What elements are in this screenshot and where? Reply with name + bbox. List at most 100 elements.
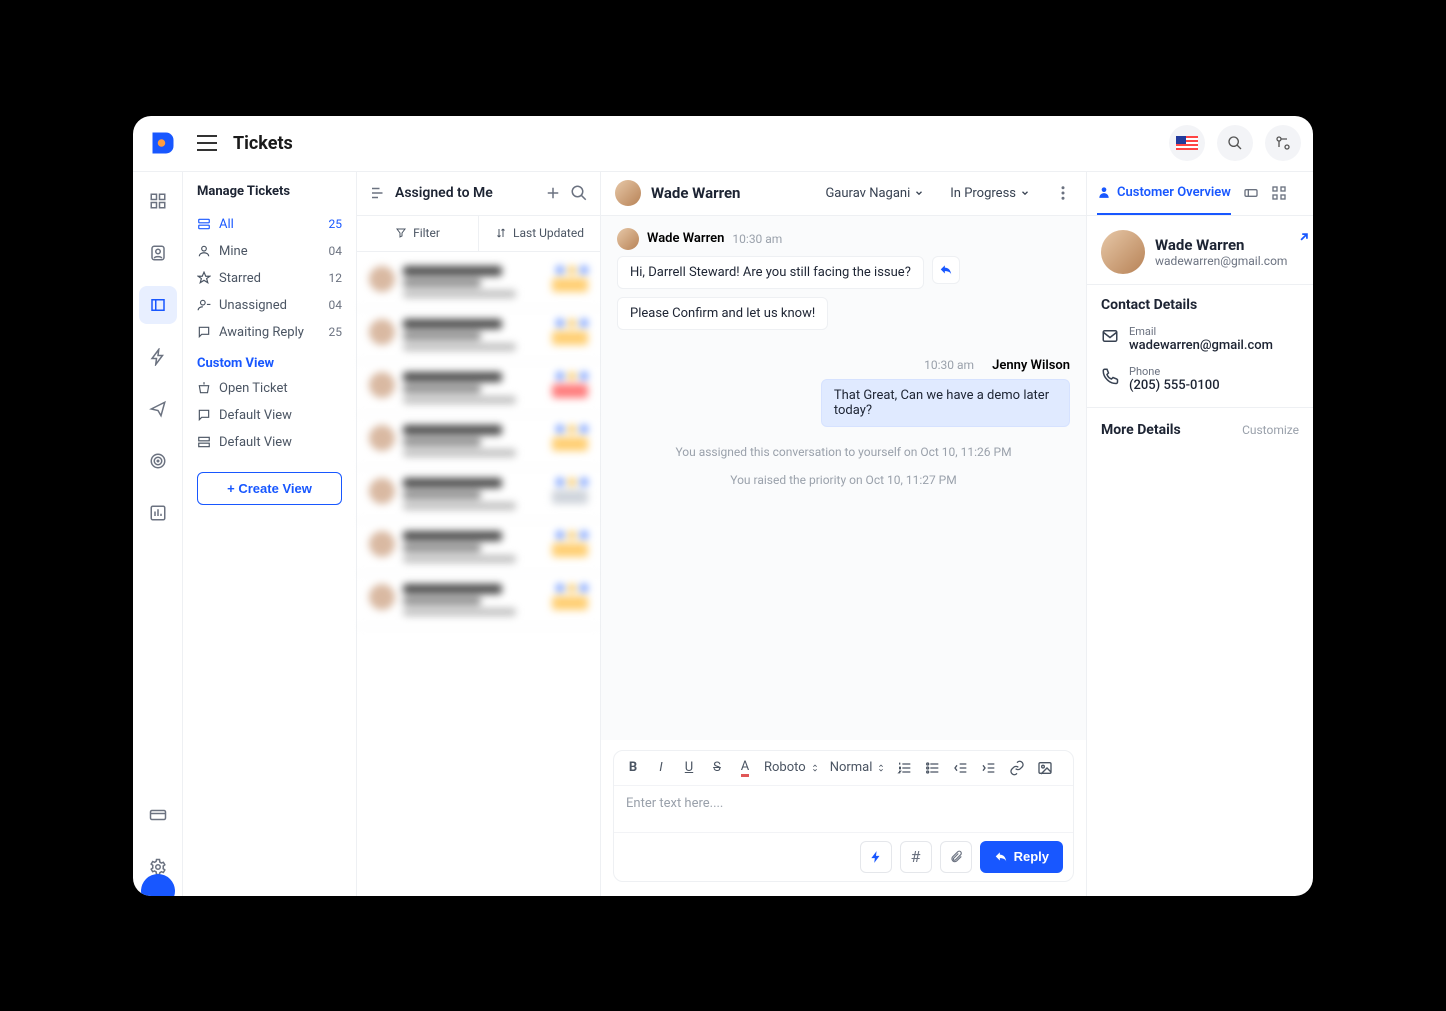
- contact-email: Email wadewarren@gmail.com: [1087, 319, 1313, 359]
- sort-button[interactable]: Last Updated: [478, 216, 600, 251]
- app-window: Tickets Manage Tickets: [133, 116, 1313, 896]
- bold-button[interactable]: B: [624, 759, 642, 777]
- system-message: You raised the priority on Oct 10, 11:27…: [617, 473, 1070, 487]
- email-value: wadewarren@gmail.com: [1129, 338, 1273, 353]
- filter-mine[interactable]: Mine 04: [183, 238, 356, 265]
- filter-mine-label: Mine: [219, 244, 248, 259]
- size-select-label: Normal: [830, 760, 873, 775]
- more-icon[interactable]: [1054, 184, 1072, 202]
- size-select[interactable]: Normal: [830, 760, 887, 775]
- nav-automation[interactable]: [139, 338, 177, 376]
- filter-starred[interactable]: Starred 12: [183, 265, 356, 292]
- chevron-updown-icon: [876, 763, 886, 773]
- outdent-button[interactable]: [952, 759, 970, 777]
- image-button[interactable]: [1036, 759, 1054, 777]
- sort-label: Last Updated: [513, 226, 584, 240]
- email-label: Email: [1129, 325, 1273, 338]
- manage-header: Manage Tickets: [183, 172, 356, 211]
- link-button[interactable]: [1008, 759, 1026, 777]
- search-icon[interactable]: [570, 184, 588, 202]
- custom-default-2[interactable]: Default View: [183, 429, 356, 456]
- customer-name-large: Wade Warren: [1155, 236, 1287, 254]
- search-button[interactable]: [1217, 125, 1253, 161]
- sender-avatar: [617, 228, 639, 250]
- reply-name: Jenny Wilson: [992, 358, 1070, 373]
- integrations-icon[interactable]: [1265, 125, 1301, 161]
- nav-reports[interactable]: [139, 494, 177, 532]
- open-customer-icon[interactable]: [1297, 230, 1311, 244]
- custom-open-ticket[interactable]: Open Ticket: [183, 375, 356, 402]
- list-sort-icon[interactable]: [369, 184, 387, 202]
- sender-name: Wade Warren: [647, 231, 724, 246]
- nav-dashboard[interactable]: [139, 182, 177, 220]
- phone-value: (205) 555-0100: [1129, 378, 1220, 393]
- locale-flag[interactable]: [1169, 125, 1205, 161]
- font-select[interactable]: Roboto: [764, 760, 820, 775]
- filter-starred-label: Starred: [219, 271, 261, 286]
- more-details-label: More Details: [1101, 422, 1181, 438]
- add-icon[interactable]: [544, 184, 562, 202]
- nav-billing[interactable]: [139, 796, 177, 834]
- chevron-down-icon: [1020, 188, 1030, 198]
- customer-name: Wade Warren: [651, 184, 740, 202]
- filter-awaiting-count: 25: [329, 325, 343, 339]
- ol-button[interactable]: [896, 759, 914, 777]
- status-dropdown[interactable]: In Progress: [950, 186, 1030, 201]
- reply-button[interactable]: Reply: [980, 841, 1063, 873]
- chevron-updown-icon: [810, 763, 820, 773]
- ul-button[interactable]: [924, 759, 942, 777]
- phone-label: Phone: [1129, 365, 1220, 378]
- chevron-down-icon: [914, 188, 924, 198]
- filter-all[interactable]: All 25: [183, 211, 356, 238]
- system-message: You assigned this conversation to yourse…: [617, 445, 1070, 459]
- manage-tickets-panel: Manage Tickets All 25 Mine 04 Starred 12: [183, 172, 357, 896]
- composer-input[interactable]: Enter text here....: [614, 786, 1073, 832]
- reply-icon[interactable]: [932, 256, 960, 284]
- nav-goals[interactable]: [139, 442, 177, 480]
- filter-awaiting[interactable]: Awaiting Reply 25: [183, 319, 356, 346]
- filter-button[interactable]: Filter: [357, 216, 478, 251]
- italic-button[interactable]: I: [652, 759, 670, 777]
- hash-button[interactable]: #: [900, 841, 932, 873]
- customer-card: Wade Warren wadewarren@gmail.com: [1087, 216, 1313, 285]
- phone-icon: [1101, 367, 1119, 385]
- nav-share[interactable]: [139, 390, 177, 428]
- customize-button[interactable]: Customize: [1242, 423, 1299, 437]
- sender-time: 10:30 am: [732, 232, 782, 246]
- customer-avatar-large: [1101, 230, 1145, 274]
- menu-icon[interactable]: [193, 129, 221, 157]
- filter-unassigned[interactable]: Unassigned 04: [183, 292, 356, 319]
- reply-button-label: Reply: [1014, 849, 1049, 864]
- custom-open-ticket-label: Open Ticket: [219, 381, 288, 396]
- filter-unassigned-label: Unassigned: [219, 298, 287, 313]
- filter-starred-count: 12: [329, 271, 343, 285]
- underline-button[interactable]: U: [680, 759, 698, 777]
- mail-icon: [1101, 327, 1119, 345]
- nav-contacts[interactable]: [139, 234, 177, 272]
- attach-button[interactable]: [940, 841, 972, 873]
- tab-customer-overview[interactable]: Customer Overview: [1097, 172, 1231, 215]
- indent-button[interactable]: [980, 759, 998, 777]
- create-view-button[interactable]: + Create View: [197, 472, 342, 505]
- custom-default-1[interactable]: Default View: [183, 402, 356, 429]
- strike-button[interactable]: S: [708, 759, 726, 777]
- list-header-label: Assigned to Me: [395, 185, 493, 201]
- filter-unassigned-count: 04: [329, 298, 343, 312]
- nav-tickets[interactable]: [139, 286, 177, 324]
- tab-ticket-info[interactable]: [1243, 172, 1259, 215]
- tab-apps[interactable]: [1271, 172, 1287, 215]
- font-select-label: Roboto: [764, 760, 806, 775]
- details-panel: Customer Overview Wade Warren wadewarren…: [1087, 172, 1313, 896]
- app-logo: [145, 125, 181, 161]
- ticket-list[interactable]: [357, 252, 600, 896]
- reply-time: 10:30 am: [924, 358, 974, 372]
- custom-default-1-label: Default View: [219, 408, 292, 423]
- message-bubble: Hi, Darrell Steward! Are you still facin…: [617, 256, 924, 289]
- conversation-header: Wade Warren Gaurav Nagani In Progress: [601, 172, 1086, 216]
- filter-label: Filter: [413, 226, 440, 240]
- quick-action-button[interactable]: [860, 841, 892, 873]
- msg-head-left: Wade Warren 10:30 am: [617, 228, 1070, 250]
- text-color-button[interactable]: A: [736, 759, 754, 777]
- assignee-dropdown[interactable]: Gaurav Nagani: [825, 186, 924, 201]
- page-title: Tickets: [233, 133, 293, 154]
